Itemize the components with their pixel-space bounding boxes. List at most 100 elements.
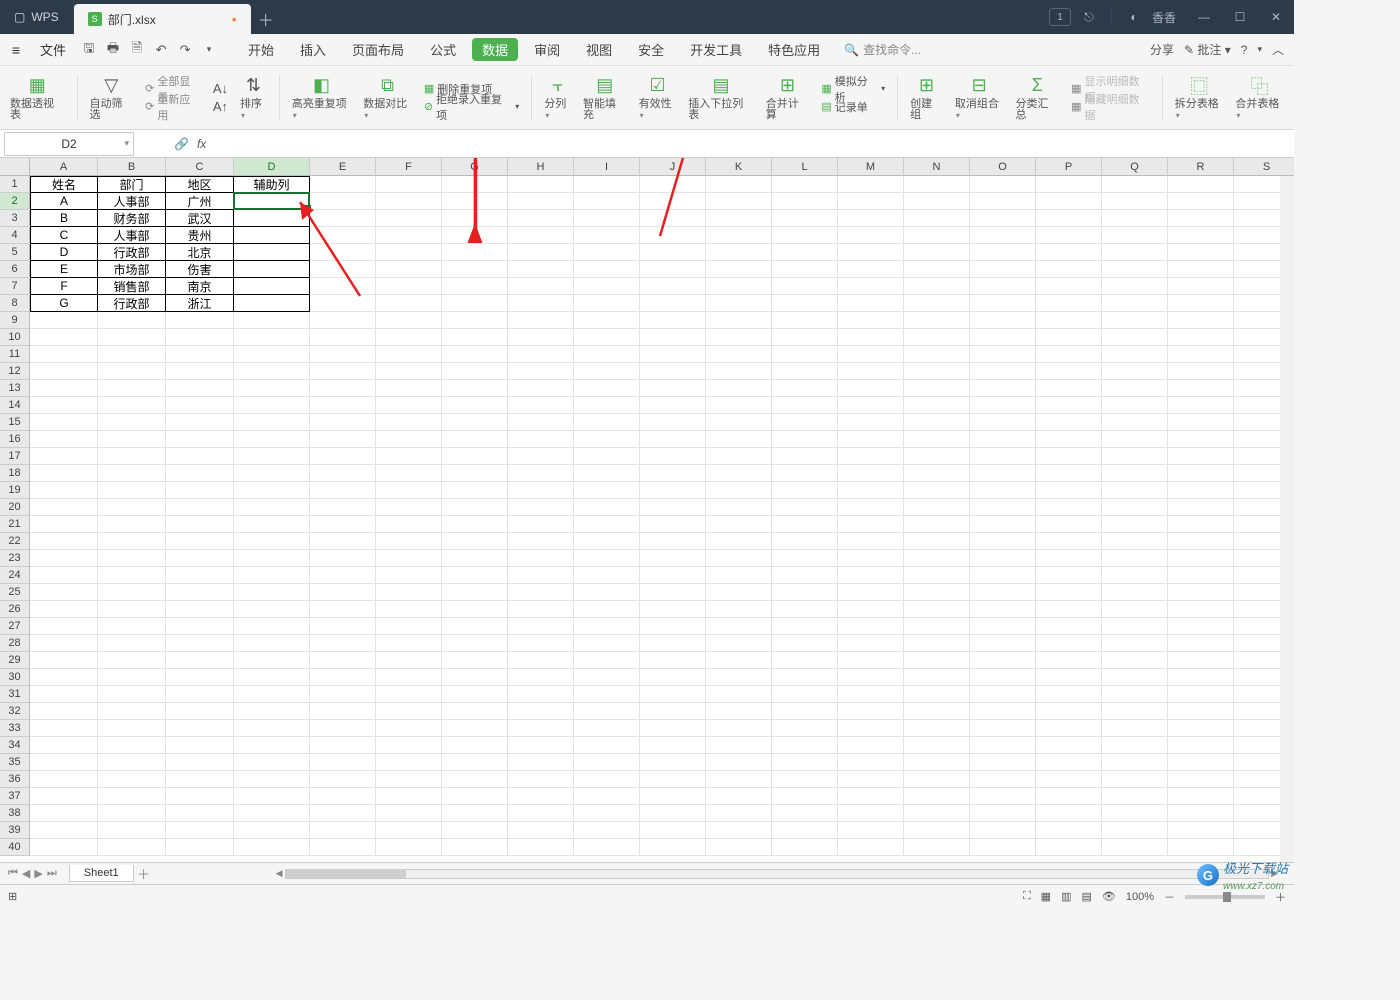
cell[interactable] [640,380,706,397]
cell[interactable] [30,397,98,414]
cell[interactable] [772,533,838,550]
cell[interactable] [772,176,838,193]
cell[interactable] [970,329,1036,346]
cell[interactable] [640,839,706,856]
whatif-button[interactable]: ▦模拟分析▾ [821,81,885,97]
cell[interactable] [640,465,706,482]
cell[interactable] [508,499,574,516]
cell[interactable] [1102,329,1168,346]
row-header[interactable]: 5 [0,244,30,261]
cell[interactable] [1168,737,1234,754]
cell[interactable] [234,295,310,312]
cell[interactable] [1102,465,1168,482]
comment-button[interactable]: ✎ 批注 ▾ [1184,41,1231,58]
sort-desc-icon[interactable]: A↑ [213,99,228,115]
cell[interactable] [574,618,640,635]
cell[interactable] [1036,210,1102,227]
cell[interactable] [970,669,1036,686]
cell[interactable] [1102,312,1168,329]
cell[interactable]: 广州 [166,193,234,210]
fullscreen-icon[interactable]: ⛶ [1023,890,1031,903]
cell[interactable] [904,363,970,380]
cell[interactable] [706,550,772,567]
cell[interactable] [234,210,310,227]
cell[interactable] [442,261,508,278]
cell[interactable] [574,193,640,210]
cell[interactable] [442,771,508,788]
cell[interactable]: A [30,193,98,210]
cell[interactable] [166,550,234,567]
cell[interactable] [904,618,970,635]
row-header[interactable]: 40 [0,839,30,856]
row-header[interactable]: 23 [0,550,30,567]
cell[interactable] [166,720,234,737]
cell[interactable] [1168,363,1234,380]
cell[interactable] [1102,550,1168,567]
cell[interactable] [508,839,574,856]
cell[interactable] [234,805,310,822]
cell[interactable] [706,397,772,414]
cell[interactable] [234,618,310,635]
cell[interactable]: 辅助列 [234,176,310,193]
cell[interactable] [838,363,904,380]
cell[interactable] [1102,431,1168,448]
cell[interactable] [904,720,970,737]
column-header[interactable]: P [1036,158,1102,176]
column-header[interactable]: L [772,158,838,176]
cell[interactable] [442,822,508,839]
cell[interactable] [1036,346,1102,363]
cell[interactable] [442,397,508,414]
cell[interactable] [30,669,98,686]
cell[interactable] [772,210,838,227]
cell[interactable] [30,567,98,584]
row-header[interactable]: 16 [0,431,30,448]
cell[interactable] [970,601,1036,618]
cell[interactable] [98,839,166,856]
cell[interactable]: 武汉 [166,210,234,227]
cell[interactable]: 销售部 [98,278,166,295]
row-header[interactable]: 11 [0,346,30,363]
cell[interactable] [904,567,970,584]
cell[interactable] [30,737,98,754]
cell[interactable] [706,567,772,584]
cell[interactable] [310,652,376,669]
cell[interactable] [30,329,98,346]
cell[interactable] [970,465,1036,482]
hamburger-icon[interactable]: ≡ [0,42,32,58]
cell[interactable] [1036,516,1102,533]
cell[interactable] [442,346,508,363]
cell[interactable] [574,720,640,737]
cell[interactable] [376,278,442,295]
cell[interactable] [234,737,310,754]
group-button[interactable]: ⊞创建组 [906,70,947,126]
cell[interactable] [376,822,442,839]
cell[interactable] [706,652,772,669]
cell[interactable] [640,363,706,380]
insert-dropdown-button[interactable]: ▤插入下拉列表 [684,70,757,126]
cell[interactable] [574,771,640,788]
row-header[interactable]: 29 [0,652,30,669]
cell[interactable] [1168,822,1234,839]
column-header[interactable]: I [574,158,640,176]
cell[interactable] [706,261,772,278]
cell[interactable] [1036,737,1102,754]
cell[interactable] [234,788,310,805]
cell[interactable] [904,516,970,533]
cell[interactable] [508,465,574,482]
cell[interactable] [442,839,508,856]
cell[interactable] [442,312,508,329]
cell[interactable] [442,669,508,686]
cell[interactable] [1102,278,1168,295]
cell[interactable] [838,380,904,397]
row-header[interactable]: 36 [0,771,30,788]
cell[interactable] [970,635,1036,652]
cell[interactable] [1102,193,1168,210]
cell[interactable] [234,278,310,295]
view-pagelayout-icon[interactable]: ▥ [1061,890,1071,903]
cell[interactable] [970,227,1036,244]
cell[interactable] [310,703,376,720]
cell[interactable] [970,363,1036,380]
cell[interactable] [1036,567,1102,584]
cell[interactable] [234,584,310,601]
cell[interactable] [508,227,574,244]
